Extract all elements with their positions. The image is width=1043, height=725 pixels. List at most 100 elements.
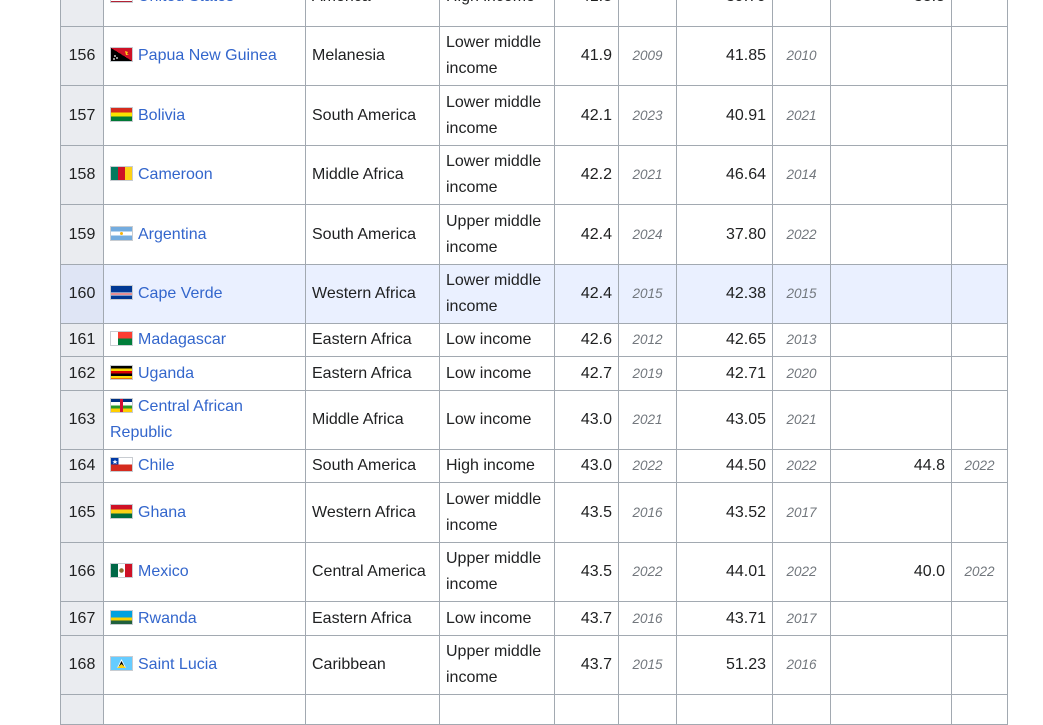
income-group-cell: Upper middle income	[439, 542, 555, 602]
gini-value-3-cell	[830, 601, 952, 636]
gini-year-2-cell: 2021	[772, 85, 831, 146]
gini-year-1-cell: 2023	[618, 85, 677, 146]
country-cell: Bolivia	[103, 85, 306, 146]
gini-year-1-cell	[618, 694, 677, 725]
gini-value-1-cell: 43.7	[554, 635, 619, 695]
income-group-cell: Lower middle income	[439, 482, 555, 543]
flag-cameroon-icon[interactable]	[110, 166, 133, 181]
gini-value-2-cell: 43.71	[676, 601, 773, 636]
gini-year-1-cell: 2012	[618, 323, 677, 357]
country-cell: Papua New Guinea	[103, 26, 306, 86]
gini-year-3-cell	[951, 390, 1008, 450]
gini-value-2-cell: 43.05	[676, 390, 773, 450]
rank-cell: 162	[60, 356, 104, 391]
flag-cape-verde-icon[interactable]	[110, 285, 133, 300]
country-cell: Madagascar	[103, 323, 306, 357]
country-link[interactable]: Rwanda	[138, 610, 197, 627]
gini-value-2-cell: 42.65	[676, 323, 773, 357]
gini-value-3-cell	[830, 323, 952, 357]
table-row: 167 Rwanda Eastern Africa Low income 43.7 201…	[60, 601, 1008, 636]
gini-year-2-cell: 2017	[772, 482, 831, 543]
country-link[interactable]: United States	[138, 0, 234, 5]
region-cell: Western Africa	[305, 482, 440, 543]
rank-cell: 168	[60, 635, 104, 695]
gini-value-2-cell: 40.91	[676, 85, 773, 146]
gini-year-3-cell	[951, 323, 1008, 357]
country-link[interactable]: Chile	[138, 457, 174, 474]
country-link[interactable]: Uganda	[138, 365, 194, 382]
flag-uganda-icon[interactable]	[110, 364, 133, 380]
gini-value-1-cell: 43.7	[554, 601, 619, 636]
country-link[interactable]: Saint Lucia	[138, 656, 217, 673]
region-cell: Eastern Africa	[305, 356, 440, 391]
country-cell: Ghana	[103, 482, 306, 543]
flag-papua-new-guinea-icon[interactable]	[110, 47, 133, 62]
gini-value-1-cell: 41.9	[554, 26, 619, 86]
gini-year-1-cell: 2019	[618, 356, 677, 391]
country-link[interactable]: Argentina	[138, 226, 207, 243]
gini-year-3-cell	[951, 264, 1008, 324]
gini-value-3-cell	[830, 145, 952, 205]
flag-rwanda-icon[interactable]	[110, 609, 133, 625]
gini-year-1-cell: 2016	[618, 601, 677, 636]
flag-bolivia-icon[interactable]	[110, 106, 133, 122]
gini-value-3-cell	[830, 635, 952, 695]
rank-cell: 159	[60, 204, 104, 265]
gini-value-1-cell: 42.4	[554, 204, 619, 265]
country-link[interactable]: Mexico	[138, 563, 189, 580]
gini-value-1-cell: 42.4	[554, 264, 619, 324]
gini-year-2-cell: 2010	[772, 26, 831, 86]
flag-mexico-icon[interactable]	[110, 563, 133, 578]
gini-year-1-cell: 2022	[618, 542, 677, 602]
table-row: 166 Mexico Central America Upper middle inc…	[60, 542, 1008, 602]
gini-year-2-cell: 2015	[772, 264, 831, 324]
gini-year-2-cell: 2022	[772, 204, 831, 265]
country-link[interactable]: Cameroon	[138, 166, 213, 183]
gini-year-3-cell: 2022	[951, 449, 1008, 483]
region-cell: South America	[305, 204, 440, 265]
gini-value-1-cell: 42.2	[554, 145, 619, 205]
table-row: 165 Ghana Western Africa Lower middle incom…	[60, 482, 1008, 543]
gini-value-2-cell: 42.38	[676, 264, 773, 324]
rank-cell	[60, 0, 104, 27]
flag-madagascar-icon[interactable]	[110, 331, 133, 346]
gini-year-2-cell: 2014	[772, 145, 831, 205]
flag-central-african-republic-icon[interactable]	[110, 398, 133, 413]
gini-year-3-cell	[951, 26, 1008, 86]
gini-year-3-cell	[951, 204, 1008, 265]
income-group-cell: Low income	[439, 323, 555, 357]
flag-saint-lucia-icon[interactable]	[110, 656, 133, 671]
gini-year-3-cell	[951, 482, 1008, 543]
region-cell: South America	[305, 449, 440, 483]
gini-value-3-cell: 44.8	[830, 449, 952, 483]
country-link[interactable]: Papua New Guinea	[138, 47, 277, 64]
gini-value-1-cell: 41.8	[554, 0, 619, 27]
gini-value-3-cell: 40.0	[830, 542, 952, 602]
country-link[interactable]: Bolivia	[138, 107, 185, 124]
flag-united-states-icon[interactable]	[110, 0, 133, 3]
region-cell: South America	[305, 85, 440, 146]
gini-year-3-cell: 2022	[951, 542, 1008, 602]
country-link[interactable]: Madagascar	[138, 331, 226, 348]
gini-year-2-cell: 2017	[772, 601, 831, 636]
gini-value-2-cell: 44.01	[676, 542, 773, 602]
table-row	[60, 694, 1008, 725]
rank-cell: 156	[60, 26, 104, 86]
gini-index-table: United StatesAmericaHigh income41.839.79…	[60, 0, 1008, 725]
country-cell: Uganda	[103, 356, 306, 391]
gini-year-2-cell: 2022	[772, 449, 831, 483]
country-cell: Mexico	[103, 542, 306, 602]
gini-value-3-cell	[830, 26, 952, 86]
gini-year-1-cell	[618, 0, 677, 27]
flag-ghana-icon[interactable]	[110, 503, 133, 519]
gini-value-2-cell: 37.80	[676, 204, 773, 265]
flag-chile-icon[interactable]	[110, 457, 133, 472]
rank-cell: 163	[60, 390, 104, 450]
country-link[interactable]: Cape Verde	[138, 285, 223, 302]
gini-value-3-cell	[830, 482, 952, 543]
region-cell: Caribbean	[305, 635, 440, 695]
income-group-cell	[439, 694, 555, 725]
country-link[interactable]: Ghana	[138, 504, 186, 521]
rank-cell	[60, 694, 104, 725]
flag-argentina-icon[interactable]	[110, 225, 133, 241]
